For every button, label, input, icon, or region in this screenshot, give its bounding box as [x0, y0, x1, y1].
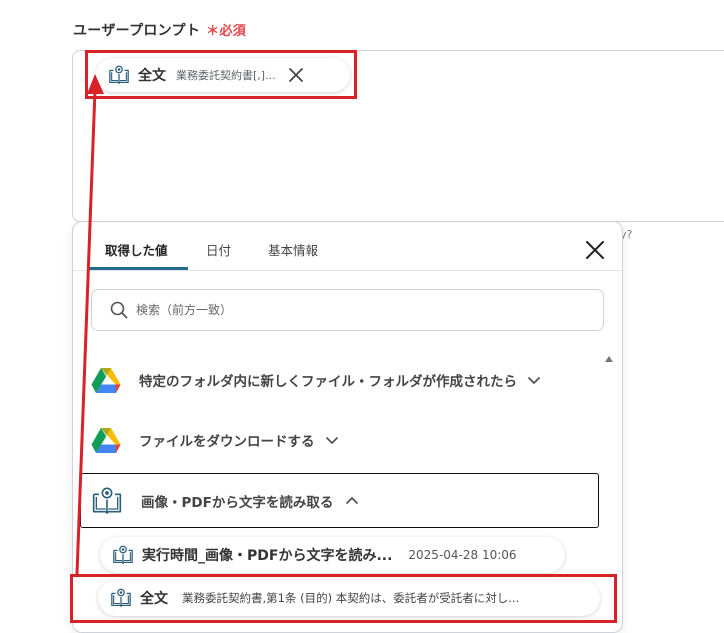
tab-date[interactable]: 日付 — [206, 240, 231, 259]
section-label: 特定のフォルダ内に新しくファイル・フォルダが作成されたら — [139, 374, 517, 390]
tab-retrieved-values[interactable]: 取得した値 — [105, 240, 168, 259]
field-label-text: ユーザープロンプト — [73, 23, 201, 39]
google-drive-icon — [91, 368, 121, 393]
tab-basic-info[interactable]: 基本情報 — [268, 240, 318, 259]
scroll-up-arrow-icon[interactable] — [604, 354, 614, 364]
search-field[interactable] — [91, 289, 604, 331]
section-ocr-read-text[interactable]: 画像・PDFから文字を読み取る — [80, 473, 599, 528]
section-download-file[interactable]: ファイルをダウンロードする — [91, 427, 339, 453]
search-icon — [110, 301, 128, 319]
section-folder-trigger[interactable]: 特定のフォルダ内に新しくファイル・フォルダが作成されたら — [91, 367, 541, 393]
variable-item-execution-time[interactable]: 実行時間_画像・PDFから文字を読み... 2025-04-28 10:06 — [100, 537, 565, 573]
chevron-down-icon — [325, 437, 338, 444]
active-tab-indicator — [87, 267, 188, 270]
google-drive-icon — [91, 428, 121, 453]
item-value: 2025-04-28 10:06 — [408, 548, 517, 562]
item-label: 実行時間_画像・PDFから文字を読み... — [142, 548, 393, 564]
chevron-down-icon — [528, 377, 540, 384]
field-label: ユーザープロンプト ＊必須 — [73, 20, 246, 40]
highlight-box-bottom — [70, 574, 617, 623]
book-ocr-icon — [113, 545, 133, 564]
search-input[interactable] — [134, 302, 578, 318]
panel-close-icon[interactable] — [584, 239, 606, 261]
required-mark: ＊必須 — [206, 24, 247, 39]
highlight-box-top — [85, 50, 357, 99]
section-label: ファイルをダウンロードする — [139, 434, 315, 450]
section-label: 画像・PDFから文字を読み取る — [141, 494, 334, 511]
tab-bar: 取得した値 日付 基本情報 — [73, 222, 622, 271]
chevron-up-icon — [346, 496, 359, 504]
book-ocr-icon — [92, 487, 122, 514]
